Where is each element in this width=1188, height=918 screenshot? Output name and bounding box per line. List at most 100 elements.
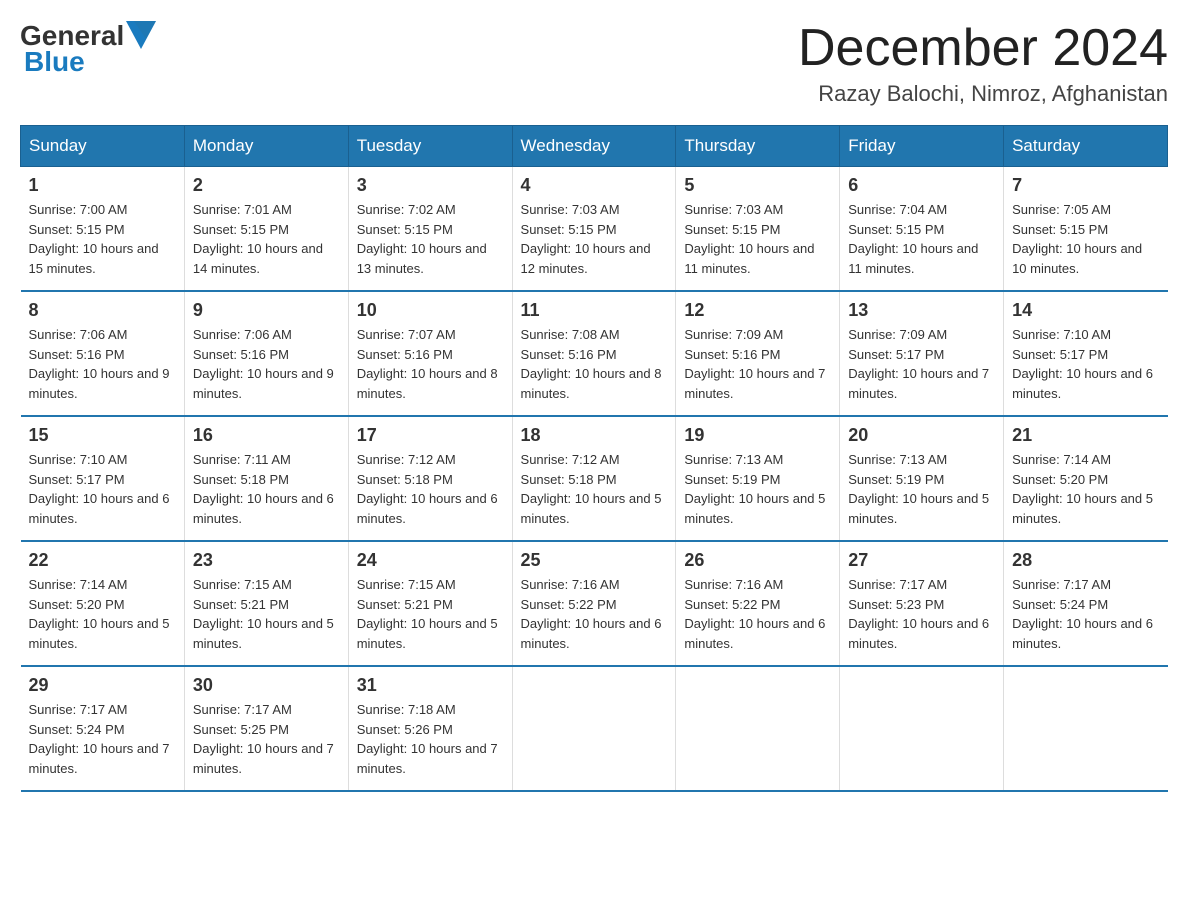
logo-icon [126,21,156,51]
weekday-header-saturday: Saturday [1004,126,1168,167]
weekday-header-friday: Friday [840,126,1004,167]
day-info: Sunrise: 7:05 AMSunset: 5:15 PMDaylight:… [1012,200,1159,278]
table-row: 24 Sunrise: 7:15 AMSunset: 5:21 PMDaylig… [348,541,512,666]
table-row: 15 Sunrise: 7:10 AMSunset: 5:17 PMDaylig… [21,416,185,541]
location-title: Razay Balochi, Nimroz, Afghanistan [798,81,1168,107]
table-row: 23 Sunrise: 7:15 AMSunset: 5:21 PMDaylig… [184,541,348,666]
day-number: 27 [848,550,995,571]
day-info: Sunrise: 7:17 AMSunset: 5:24 PMDaylight:… [29,700,176,778]
day-number: 16 [193,425,340,446]
table-row: 2 Sunrise: 7:01 AMSunset: 5:15 PMDayligh… [184,167,348,292]
week-row-3: 15 Sunrise: 7:10 AMSunset: 5:17 PMDaylig… [21,416,1168,541]
day-number: 2 [193,175,340,196]
day-number: 7 [1012,175,1159,196]
day-number: 15 [29,425,176,446]
day-number: 22 [29,550,176,571]
day-info: Sunrise: 7:17 AMSunset: 5:23 PMDaylight:… [848,575,995,653]
table-row: 29 Sunrise: 7:17 AMSunset: 5:24 PMDaylig… [21,666,185,791]
day-number: 13 [848,300,995,321]
table-row: 10 Sunrise: 7:07 AMSunset: 5:16 PMDaylig… [348,291,512,416]
weekday-header-thursday: Thursday [676,126,840,167]
table-row [1004,666,1168,791]
day-info: Sunrise: 7:14 AMSunset: 5:20 PMDaylight:… [1012,450,1159,528]
table-row: 17 Sunrise: 7:12 AMSunset: 5:18 PMDaylig… [348,416,512,541]
day-number: 1 [29,175,176,196]
day-info: Sunrise: 7:17 AMSunset: 5:25 PMDaylight:… [193,700,340,778]
day-number: 30 [193,675,340,696]
weekday-header-tuesday: Tuesday [348,126,512,167]
day-info: Sunrise: 7:10 AMSunset: 5:17 PMDaylight:… [1012,325,1159,403]
day-info: Sunrise: 7:16 AMSunset: 5:22 PMDaylight:… [521,575,668,653]
day-info: Sunrise: 7:14 AMSunset: 5:20 PMDaylight:… [29,575,176,653]
table-row: 21 Sunrise: 7:14 AMSunset: 5:20 PMDaylig… [1004,416,1168,541]
month-title: December 2024 [798,20,1168,77]
table-row: 28 Sunrise: 7:17 AMSunset: 5:24 PMDaylig… [1004,541,1168,666]
weekday-header-monday: Monday [184,126,348,167]
logo: General Blue [20,20,156,78]
table-row: 18 Sunrise: 7:12 AMSunset: 5:18 PMDaylig… [512,416,676,541]
day-info: Sunrise: 7:16 AMSunset: 5:22 PMDaylight:… [684,575,831,653]
table-row: 13 Sunrise: 7:09 AMSunset: 5:17 PMDaylig… [840,291,1004,416]
table-row: 30 Sunrise: 7:17 AMSunset: 5:25 PMDaylig… [184,666,348,791]
day-info: Sunrise: 7:07 AMSunset: 5:16 PMDaylight:… [357,325,504,403]
table-row [840,666,1004,791]
day-info: Sunrise: 7:04 AMSunset: 5:15 PMDaylight:… [848,200,995,278]
day-number: 29 [29,675,176,696]
table-row: 5 Sunrise: 7:03 AMSunset: 5:15 PMDayligh… [676,167,840,292]
day-number: 11 [521,300,668,321]
table-row: 20 Sunrise: 7:13 AMSunset: 5:19 PMDaylig… [840,416,1004,541]
weekday-header-sunday: Sunday [21,126,185,167]
day-info: Sunrise: 7:06 AMSunset: 5:16 PMDaylight:… [29,325,176,403]
day-number: 24 [357,550,504,571]
table-row: 27 Sunrise: 7:17 AMSunset: 5:23 PMDaylig… [840,541,1004,666]
table-row: 22 Sunrise: 7:14 AMSunset: 5:20 PMDaylig… [21,541,185,666]
day-number: 20 [848,425,995,446]
day-info: Sunrise: 7:13 AMSunset: 5:19 PMDaylight:… [684,450,831,528]
table-row: 31 Sunrise: 7:18 AMSunset: 5:26 PMDaylig… [348,666,512,791]
week-row-4: 22 Sunrise: 7:14 AMSunset: 5:20 PMDaylig… [21,541,1168,666]
table-row: 3 Sunrise: 7:02 AMSunset: 5:15 PMDayligh… [348,167,512,292]
day-number: 28 [1012,550,1159,571]
table-row: 25 Sunrise: 7:16 AMSunset: 5:22 PMDaylig… [512,541,676,666]
day-number: 17 [357,425,504,446]
day-number: 3 [357,175,504,196]
table-row: 26 Sunrise: 7:16 AMSunset: 5:22 PMDaylig… [676,541,840,666]
table-row: 9 Sunrise: 7:06 AMSunset: 5:16 PMDayligh… [184,291,348,416]
day-number: 10 [357,300,504,321]
week-row-5: 29 Sunrise: 7:17 AMSunset: 5:24 PMDaylig… [21,666,1168,791]
day-info: Sunrise: 7:03 AMSunset: 5:15 PMDaylight:… [684,200,831,278]
table-row: 1 Sunrise: 7:00 AMSunset: 5:15 PMDayligh… [21,167,185,292]
day-info: Sunrise: 7:00 AMSunset: 5:15 PMDaylight:… [29,200,176,278]
table-row: 19 Sunrise: 7:13 AMSunset: 5:19 PMDaylig… [676,416,840,541]
day-info: Sunrise: 7:17 AMSunset: 5:24 PMDaylight:… [1012,575,1159,653]
day-info: Sunrise: 7:11 AMSunset: 5:18 PMDaylight:… [193,450,340,528]
calendar-table: SundayMondayTuesdayWednesdayThursdayFrid… [20,125,1168,792]
day-number: 6 [848,175,995,196]
day-info: Sunrise: 7:03 AMSunset: 5:15 PMDaylight:… [521,200,668,278]
weekday-header-row: SundayMondayTuesdayWednesdayThursdayFrid… [21,126,1168,167]
table-row [512,666,676,791]
day-info: Sunrise: 7:09 AMSunset: 5:16 PMDaylight:… [684,325,831,403]
table-row: 7 Sunrise: 7:05 AMSunset: 5:15 PMDayligh… [1004,167,1168,292]
day-number: 23 [193,550,340,571]
day-info: Sunrise: 7:06 AMSunset: 5:16 PMDaylight:… [193,325,340,403]
logo-blue-text: Blue [24,46,85,78]
day-number: 25 [521,550,668,571]
week-row-2: 8 Sunrise: 7:06 AMSunset: 5:16 PMDayligh… [21,291,1168,416]
table-row: 11 Sunrise: 7:08 AMSunset: 5:16 PMDaylig… [512,291,676,416]
day-number: 4 [521,175,668,196]
day-number: 8 [29,300,176,321]
page-header: General Blue December 2024 Razay Balochi… [20,20,1168,107]
day-info: Sunrise: 7:15 AMSunset: 5:21 PMDaylight:… [357,575,504,653]
day-info: Sunrise: 7:08 AMSunset: 5:16 PMDaylight:… [521,325,668,403]
day-number: 26 [684,550,831,571]
day-number: 31 [357,675,504,696]
day-info: Sunrise: 7:12 AMSunset: 5:18 PMDaylight:… [521,450,668,528]
table-row [676,666,840,791]
table-row: 6 Sunrise: 7:04 AMSunset: 5:15 PMDayligh… [840,167,1004,292]
title-section: December 2024 Razay Balochi, Nimroz, Afg… [798,20,1168,107]
week-row-1: 1 Sunrise: 7:00 AMSunset: 5:15 PMDayligh… [21,167,1168,292]
day-info: Sunrise: 7:09 AMSunset: 5:17 PMDaylight:… [848,325,995,403]
day-info: Sunrise: 7:18 AMSunset: 5:26 PMDaylight:… [357,700,504,778]
day-number: 18 [521,425,668,446]
